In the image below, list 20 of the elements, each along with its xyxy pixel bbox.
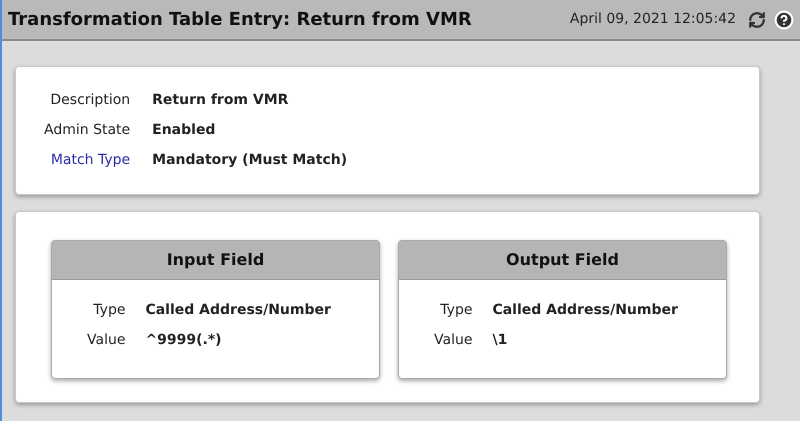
field-label: Value: [434, 331, 472, 350]
page-title: Transformation Table Entry: Return from VMR: [8, 8, 472, 32]
field-value: Called Address/Number: [492, 301, 679, 320]
help-icon[interactable]: [774, 10, 794, 30]
field-label: Type: [439, 301, 472, 320]
field-label: Admin State: [44, 121, 130, 140]
field-value: Enabled: [152, 121, 216, 140]
field-label: Type: [92, 301, 126, 320]
field-label-link[interactable]: Match Type: [44, 150, 130, 171]
field-value: Called Address/Number: [145, 301, 332, 320]
field-value: Return from VMR: [152, 91, 290, 110]
field-value: Mandatory (Must Match): [152, 151, 348, 170]
field-label: Description: [49, 91, 130, 110]
field-value: \1: [492, 331, 508, 350]
field-value: ^9999(.*): [145, 331, 223, 350]
panel-title: Output Field: [506, 249, 619, 271]
timestamp: April 09, 2021 12:05:42: [570, 10, 736, 29]
refresh-icon[interactable]: [748, 10, 766, 28]
panel-title: Input Field: [166, 249, 264, 271]
field-label: Value: [87, 331, 126, 350]
